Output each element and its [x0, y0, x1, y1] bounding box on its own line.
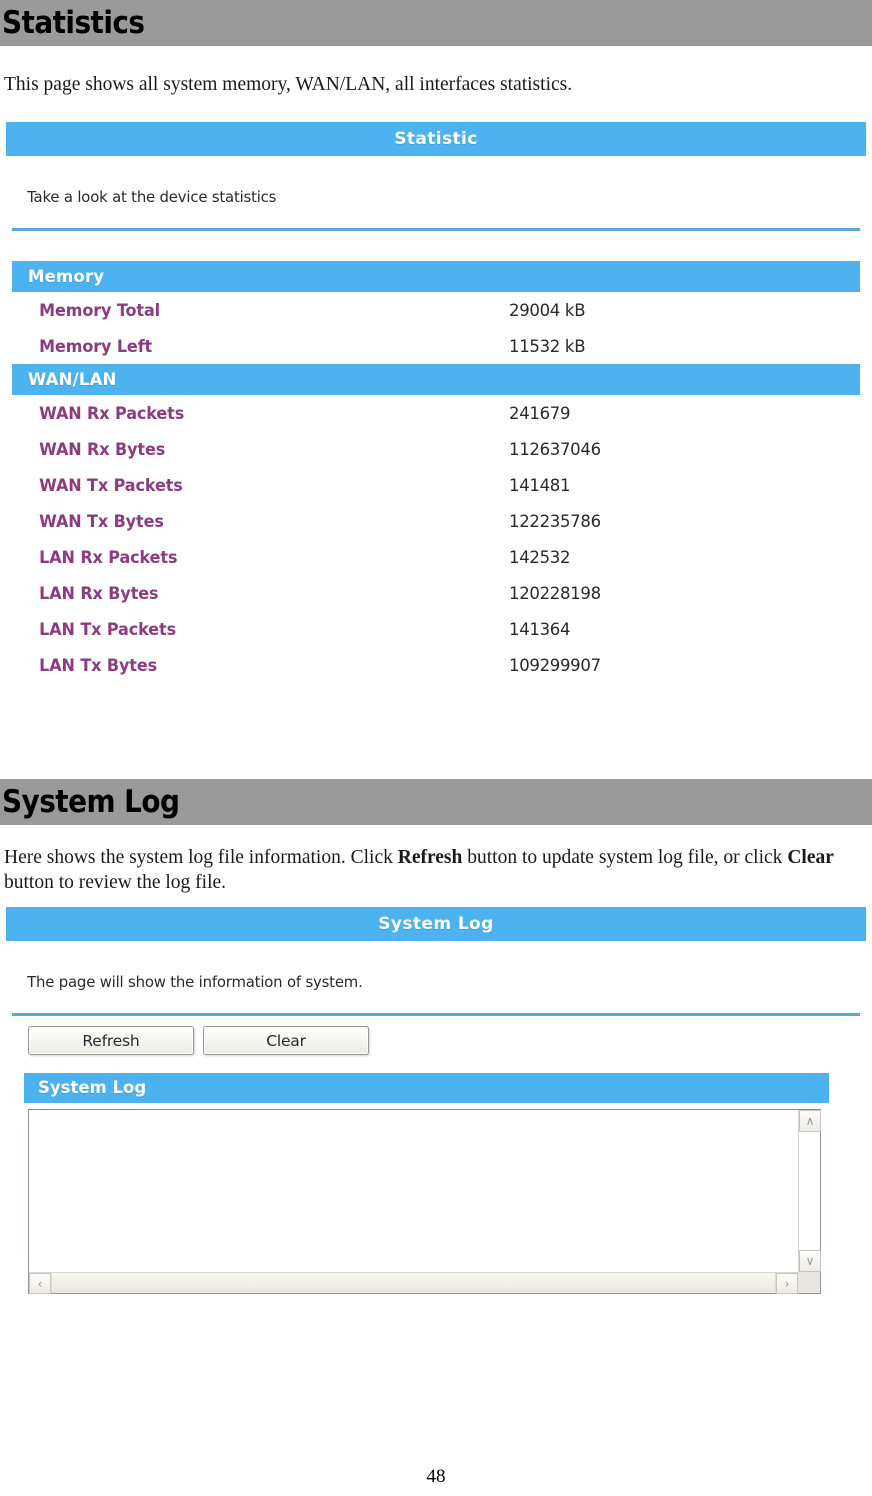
scroll-up-icon[interactable]: ∧ [799, 1110, 821, 1132]
statistic-panel: Statistic Take a look at the device stat… [6, 122, 866, 683]
stat-value: 142532 [509, 547, 571, 567]
intro-bold-refresh: Refresh [397, 847, 463, 868]
log-output-header: System Log [24, 1073, 829, 1103]
table-row: WAN Tx Packets 141481 [12, 467, 860, 503]
table-row: LAN Tx Bytes 109299907 [12, 647, 860, 683]
stat-label: LAN Rx Bytes [39, 583, 159, 603]
statistics-intro-text: This page shows all system memory, WAN/L… [4, 74, 573, 95]
stat-label: WAN Tx Bytes [39, 511, 164, 531]
manual-page: { "page": { "number": "48", "colors": { … [0, 0, 872, 1496]
stat-value: 122235786 [509, 511, 601, 531]
stat-value: 241679 [509, 403, 571, 423]
intro-text-part2: button to update system log file, or cli… [462, 847, 788, 868]
system-log-button-row: Refresh Clear [6, 1016, 866, 1055]
table-row: WAN Rx Bytes 112637046 [12, 431, 860, 467]
stat-value: 141481 [509, 475, 571, 495]
statistic-panel-title: Statistic [6, 122, 866, 156]
stat-label: LAN Rx Packets [39, 547, 178, 567]
stat-label: WAN Tx Packets [39, 475, 183, 495]
refresh-button[interactable]: Refresh [28, 1026, 194, 1055]
system-log-section-banner: System Log [0, 779, 872, 825]
intro-text-part1: Here shows the system log file informati… [4, 847, 398, 868]
table-row: Memory Total 29004 kB [12, 292, 860, 328]
stat-value: 11532 kB [509, 336, 586, 356]
system-log-panel: System Log The page will show the inform… [6, 907, 866, 1294]
intro-bold-clear: Clear [787, 847, 834, 868]
stat-value: 141364 [509, 619, 571, 639]
stat-value: 29004 kB [509, 300, 586, 320]
scroll-right-icon[interactable]: › [776, 1273, 798, 1294]
stat-value: 112637046 [509, 439, 601, 459]
system-log-intro-text: Here shows the system log file informati… [0, 845, 872, 895]
intro-text-part3: button to review the log file. [4, 872, 227, 893]
table-row: Memory Left 11532 kB [12, 328, 860, 364]
table-row: LAN Tx Packets 141364 [12, 611, 860, 647]
stat-value: 120228198 [509, 583, 601, 603]
stat-label: LAN Tx Bytes [39, 655, 158, 675]
stat-label: Memory Left [39, 336, 153, 356]
system-log-heading: System Log [2, 783, 180, 820]
table-row: LAN Rx Bytes 120228198 [12, 575, 860, 611]
stat-label: LAN Tx Packets [39, 619, 177, 639]
system-log-panel-title: System Log [6, 907, 866, 941]
stat-label: WAN Rx Bytes [39, 439, 166, 459]
log-output-box: ∧ ∨ ‹ › [28, 1109, 821, 1294]
vertical-scrollbar[interactable]: ∧ ∨ [798, 1110, 821, 1272]
stat-label: Memory Total [39, 300, 161, 320]
table-row: LAN Rx Packets 142532 [12, 539, 860, 575]
system-log-panel-description: The page will show the information of sy… [27, 973, 363, 991]
clear-button[interactable]: Clear [203, 1026, 369, 1055]
table-row: WAN Rx Packets 241679 [12, 395, 860, 431]
page-number: 48 [426, 1466, 446, 1487]
statistics-heading: Statistics [2, 4, 145, 41]
stat-label: WAN Rx Packets [39, 403, 185, 423]
horizontal-scrollbar[interactable]: ‹ › [29, 1272, 798, 1294]
statistics-section-banner: Statistics [0, 0, 872, 46]
group-header-wan-lan: WAN/LAN [12, 364, 860, 395]
table-row: WAN Tx Bytes 122235786 [12, 503, 860, 539]
log-textarea[interactable] [29, 1110, 798, 1272]
scroll-left-icon[interactable]: ‹ [29, 1273, 51, 1294]
scroll-down-icon[interactable]: ∨ [799, 1250, 821, 1272]
horizontal-scroll-track[interactable] [51, 1273, 776, 1293]
group-header-memory: Memory [12, 261, 860, 292]
scrollbar-corner [798, 1272, 820, 1293]
statistic-panel-description: Take a look at the device statistics [27, 188, 277, 206]
stat-value: 109299907 [509, 655, 601, 675]
